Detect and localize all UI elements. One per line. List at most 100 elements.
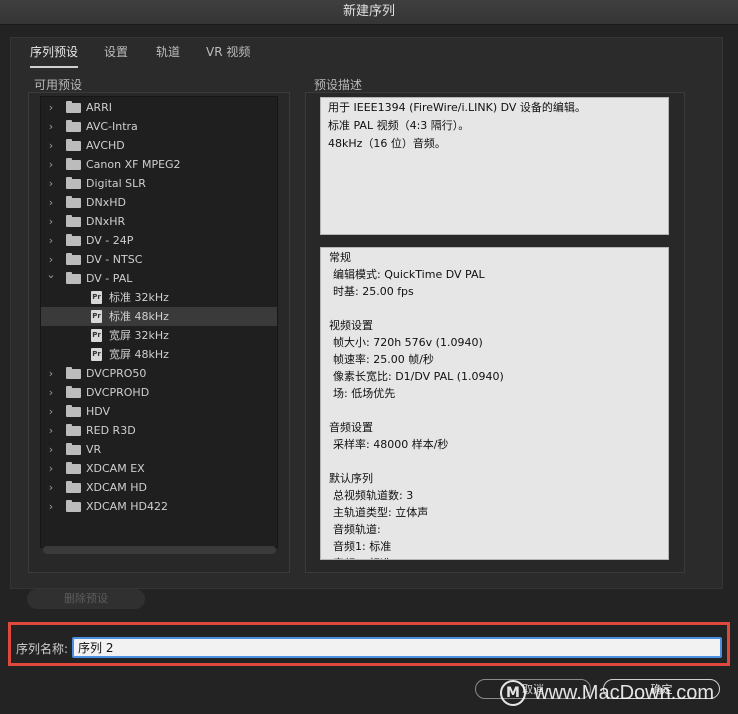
chevron-right-icon[interactable]: › — [46, 117, 56, 136]
folder-icon — [66, 443, 81, 455]
tree-item-label: DVCPRO50 — [86, 367, 147, 380]
window-title: 新建序列 — [0, 0, 738, 25]
sequence-name-input[interactable] — [72, 637, 722, 658]
tree-item-label: ARRI — [86, 101, 113, 114]
detail-value-line: 音频1: 标准 — [333, 540, 392, 553]
folder-icon — [66, 101, 81, 113]
chevron-right-icon[interactable]: › — [46, 136, 56, 155]
detail-value-line: 帧大小: 720h 576v (1.0940) — [333, 336, 483, 349]
tree-item-label: Canon XF MPEG2 — [86, 158, 181, 171]
tree-item-label: 标准 48kHz — [109, 310, 169, 323]
folder-icon — [66, 386, 81, 398]
detail-value-line: 主轨道类型: 立体声 — [333, 506, 429, 519]
chevron-right-icon[interactable]: › — [46, 231, 56, 250]
tree-folder-item[interactable]: › Canon XF MPEG2 — [41, 155, 277, 174]
tree-item-label: DV - 24P — [86, 234, 134, 247]
tree-folder-item[interactable]: › XDCAM HD422 — [41, 497, 277, 516]
tab-settings[interactable]: 设置 — [104, 44, 128, 66]
preset-description-label: 预设描述 — [314, 78, 363, 92]
tree-item-label: XDCAM HD — [86, 481, 147, 494]
chevron-right-icon[interactable]: › — [46, 174, 56, 193]
preset-tree-scrollbar[interactable] — [43, 546, 276, 554]
tree-item-label: 标准 32kHz — [109, 291, 169, 304]
tree-item-label: XDCAM HD422 — [86, 500, 168, 513]
preset-tree[interactable]: › ARRI › AVC-Intra › AVCHD › Canon XF MPEG2 › Dig… — [40, 96, 278, 548]
chevron-right-icon[interactable]: › — [46, 383, 56, 402]
tree-item-label: DVCPROHD — [86, 386, 150, 399]
tree-item-label: VR — [86, 443, 102, 456]
tree-preset-item[interactable]: Pr 标准 32kHz — [41, 288, 277, 307]
tree-item-label: AVC-Intra — [86, 120, 138, 133]
folder-icon — [66, 158, 81, 170]
sequence-name-label: 序列名称: — [16, 642, 69, 656]
detail-value-line: 总视频轨道数: 3 — [333, 489, 414, 502]
tree-preset-item[interactable]: Pr 宽屏 32kHz — [41, 326, 277, 345]
tree-folder-item[interactable]: › ARRI — [41, 98, 277, 117]
description-line: 用于 IEEE1394 (FireWire/i.LINK) DV 设备的编辑。 — [328, 101, 586, 114]
preset-file-icon: Pr — [91, 291, 102, 304]
detail-section-heading: 常规 — [329, 251, 351, 264]
folder-icon — [66, 424, 81, 436]
tree-folder-item[interactable]: › AVCHD — [41, 136, 277, 155]
folder-icon — [66, 253, 81, 265]
preset-file-icon: Pr — [91, 310, 102, 323]
chevron-right-icon[interactable]: › — [46, 212, 56, 231]
tab-tracks[interactable]: 轨道 — [156, 44, 180, 66]
detail-value-line: 帧速率: 25.00 帧/秒 — [333, 353, 434, 366]
tree-preset-item[interactable]: Pr 宽屏 48kHz — [41, 345, 277, 364]
chevron-right-icon[interactable]: › — [46, 98, 56, 117]
description-line: 48kHz（16 位）音频。 — [328, 137, 446, 150]
tab-sequence-presets[interactable]: 序列预设 — [30, 44, 79, 68]
tree-folder-item[interactable]: › XDCAM HD — [41, 478, 277, 497]
detail-value-line: 音频2: 标准 — [333, 555, 391, 559]
detail-value-line: 音频轨道: — [333, 523, 381, 536]
detail-value-line: 场: 低场优先 — [333, 387, 396, 400]
folder-icon — [66, 462, 81, 474]
chevron-right-icon[interactable]: › — [46, 193, 56, 212]
tree-folder-item[interactable]: › RED R3D — [41, 421, 277, 440]
tree-item-label: DNxHR — [86, 215, 126, 228]
tree-preset-item[interactable]: Pr 标准 48kHz — [41, 307, 277, 326]
detail-section-heading: 默认序列 — [329, 472, 373, 485]
tab-vr-video[interactable]: VR 视频 — [206, 44, 250, 66]
preset-details-box[interactable]: 常规 编辑模式: QuickTime DV PAL 时基: 25.00 fps 视频设… — [320, 247, 669, 560]
folder-icon — [66, 196, 81, 208]
detail-value-line: 编辑模式: QuickTime DV PAL — [333, 268, 485, 281]
tree-folder-item[interactable]: › DV - NTSC — [41, 250, 277, 269]
folder-icon — [66, 500, 81, 512]
detail-section-heading: 视频设置 — [329, 319, 373, 332]
watermark-logo-icon: M — [500, 680, 526, 706]
tree-folder-item[interactable]: › DVCPROHD — [41, 383, 277, 402]
chevron-right-icon[interactable]: › — [46, 421, 56, 440]
tree-folder-item[interactable]: › HDV — [41, 402, 277, 421]
tree-item-label: AVCHD — [86, 139, 125, 152]
tree-folder-item[interactable]: › Digital SLR — [41, 174, 277, 193]
chevron-right-icon[interactable]: › — [46, 155, 56, 174]
tree-folder-item[interactable]: › AVC-Intra — [41, 117, 277, 136]
chevron-right-icon[interactable]: › — [46, 364, 56, 383]
tree-folder-item[interactable]: › XDCAM EX — [41, 459, 277, 478]
tree-folder-item[interactable]: › DVCPRO50 — [41, 364, 277, 383]
tree-folder-item[interactable]: › DNxHD — [41, 193, 277, 212]
tree-folder-item[interactable]: › DNxHR — [41, 212, 277, 231]
chevron-right-icon[interactable]: › — [46, 459, 56, 478]
chevron-down-icon[interactable]: ⌄ — [46, 265, 56, 284]
tree-folder-item[interactable]: › DV - 24P — [41, 231, 277, 250]
tree-folder-item[interactable]: › VR — [41, 440, 277, 459]
preset-description-box: 用于 IEEE1394 (FireWire/i.LINK) DV 设备的编辑。 … — [320, 97, 669, 235]
tree-item-label: Digital SLR — [86, 177, 146, 190]
delete-preset-button[interactable]: 删除预设 — [27, 589, 145, 609]
folder-icon — [66, 120, 81, 132]
chevron-right-icon[interactable]: › — [46, 402, 56, 421]
tree-item-label: DV - NTSC — [86, 253, 143, 266]
tree-item-label: DV - PAL — [86, 272, 133, 285]
preset-file-icon: Pr — [91, 348, 102, 361]
folder-icon — [66, 215, 81, 227]
folder-icon — [66, 177, 81, 189]
tree-item-label: RED R3D — [86, 424, 136, 437]
tree-folder-item[interactable]: ⌄ DV - PAL — [41, 268, 277, 288]
chevron-right-icon[interactable]: › — [46, 440, 56, 459]
tree-item-label: 宽屏 48kHz — [109, 348, 169, 361]
chevron-right-icon[interactable]: › — [46, 497, 56, 516]
chevron-right-icon[interactable]: › — [46, 478, 56, 497]
